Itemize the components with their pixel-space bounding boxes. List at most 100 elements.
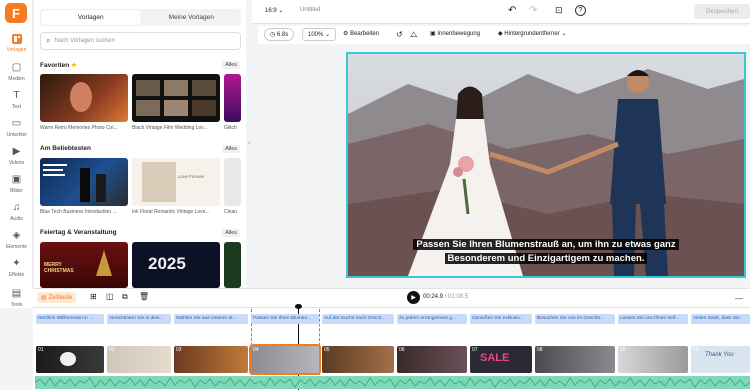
couple-photo: [142, 162, 176, 202]
left-rail: F Vorlagen ▢ Medien T Text ▭ Untertitel …: [0, 0, 33, 288]
caption-chip[interactable]: Auf der Suche nach Gesch...: [322, 314, 394, 324]
text-line: [43, 169, 63, 171]
duplicate-icon[interactable]: ⧉: [122, 292, 128, 302]
caption-chip[interactable]: Vielen Dank, dass Sie: [691, 314, 750, 324]
search-input[interactable]: ⌕ Nach Vorlagen suchen: [40, 32, 241, 50]
section-title: Favoriten ★: [40, 62, 77, 69]
caption-chip[interactable]: Lassen Sie uns Ihnen helf...: [618, 314, 688, 324]
rail-label: Videos: [8, 160, 25, 166]
timeline-icon: ▤: [41, 295, 47, 301]
rail-item-tools[interactable]: ▤ Tools: [0, 288, 33, 308]
aspect-ratio-select[interactable]: 16:9 ⌄: [265, 7, 283, 15]
tree-icon: [96, 250, 112, 276]
film-frame: [192, 100, 216, 116]
motion-button[interactable]: ▣ Innenbewegung: [430, 30, 480, 38]
timeline: ▤ Zeitleiste ⊞ ◫ ⧉ 🗑 ▶ 00:24.9 / 01:08.5…: [33, 288, 750, 390]
help-icon[interactable]: ?: [575, 5, 586, 16]
edit-button[interactable]: ⚙ Bearbeiten: [343, 30, 379, 38]
template-thumb[interactable]: Love Forever: [132, 158, 220, 206]
template-thumb[interactable]: [132, 74, 220, 122]
rotate-icon[interactable]: ↺: [396, 30, 403, 39]
see-all-button[interactable]: Alles: [222, 145, 240, 153]
subtitle-line-1: Passen Sie Ihren Blumenstrauß an, um ihn…: [348, 238, 744, 252]
see-all-button[interactable]: Alles: [222, 229, 240, 237]
rail-item-elements[interactable]: ◈ Elemente: [0, 230, 33, 250]
see-all-button[interactable]: Alles: [222, 61, 240, 69]
caption-chip[interactable]: Passen Sie Ihren Blumen...: [251, 314, 319, 324]
bottle-image: [80, 168, 90, 202]
clip-number: 01: [38, 347, 44, 353]
video-clip[interactable]: 01: [36, 346, 104, 373]
template-thumb[interactable]: 2025: [132, 242, 220, 288]
time-ruler: [33, 307, 750, 308]
video-clip[interactable]: 05: [322, 346, 394, 373]
top-bar: 16:9 ⌄ Untitled ↶ ↷ ⊡ ? Gespeichert: [252, 0, 750, 24]
tools-icon: ▤: [11, 288, 22, 299]
template-thumb[interactable]: [40, 158, 128, 206]
zoom-slider[interactable]: —: [735, 294, 743, 303]
video-clip[interactable]: 07 SALE: [470, 346, 532, 373]
rail-item-subtitles[interactable]: ▭ Untertitel: [0, 118, 33, 138]
zoom-select[interactable]: 100% ⌄: [302, 28, 337, 41]
undo-icon[interactable]: ↶: [508, 5, 516, 16]
delete-icon[interactable]: 🗑: [139, 292, 149, 301]
redo-icon[interactable]: ↷: [529, 5, 537, 16]
search-icon: ⌕: [46, 36, 51, 45]
tab-my-templates[interactable]: Meine Vorlagen: [142, 9, 242, 26]
text-line: [43, 164, 67, 166]
rail-item-text[interactable]: T Text: [0, 90, 33, 110]
tab-templates[interactable]: Vorlagen: [41, 10, 141, 25]
search-placeholder: Nach Vorlagen suchen: [54, 38, 115, 44]
caption-chip[interactable]: Besuchen Sie uns im Geschä...: [535, 314, 615, 324]
media-icon: ▢: [11, 62, 22, 73]
flip-icon[interactable]: ⧍: [410, 30, 417, 40]
template-caption: Warm Retro Memories Photo Col...: [40, 125, 118, 131]
rail-label: Untertitel: [6, 132, 27, 138]
video-clip[interactable]: 06: [397, 346, 467, 373]
film-frame: [136, 100, 160, 116]
edit-toolbar: ◷ 6.8s 100% ⌄ ⚙ Bearbeiten ↺ ⧍ ▣ Innenbe…: [258, 26, 750, 44]
timeline-toggle[interactable]: ▤ Zeitleiste: [37, 292, 77, 303]
time-display: 00:24.9 / 01:08.5: [423, 294, 469, 300]
template-thumb[interactable]: [224, 242, 241, 288]
background-remover-button[interactable]: ◆ Hintergrundentferner ⌄: [498, 30, 567, 38]
video-clip[interactable]: 09: [618, 346, 688, 373]
text-line: [43, 174, 65, 176]
caption-chip[interactable]: Herzlich Willkommen in ...: [36, 314, 104, 324]
video-clip[interactable]: 08: [535, 346, 615, 373]
caption-chip[interactable]: Zu jedem Arrangement g...: [397, 314, 467, 324]
template-thumb[interactable]: MERRY CHRISTMAS: [40, 242, 128, 288]
video-clip-selected[interactable]: 04: [249, 344, 321, 375]
play-button[interactable]: ▶: [407, 291, 420, 304]
video-clip[interactable]: 10 Thank You: [691, 346, 750, 373]
template-thumb[interactable]: [224, 158, 241, 206]
video-preview[interactable]: Passen Sie Ihren Blumenstrauß an, um ihn…: [346, 52, 746, 278]
duration-button[interactable]: ◷ 6.8s: [264, 28, 295, 41]
project-title[interactable]: Untitled: [300, 7, 320, 13]
rail-label: Vorlagen: [6, 47, 27, 53]
playhead-handle[interactable]: [295, 304, 302, 309]
clip-number: 02: [109, 347, 115, 353]
video-clip[interactable]: 03: [174, 346, 248, 373]
collapse-panel-icon[interactable]: ‹: [248, 138, 251, 147]
rail-item-media[interactable]: ▢ Medien: [0, 62, 33, 82]
caption-chip[interactable]: Genießen Sie exklusiv...: [470, 314, 532, 324]
chevron-down-icon: ⌄: [561, 31, 567, 37]
audio-waveform[interactable]: [34, 376, 750, 389]
panel-tabs: Vorlagen Meine Vorlagen: [40, 9, 241, 26]
section-title: Feiertag & Veranstaltung: [40, 229, 117, 236]
saved-button[interactable]: Gespeichert: [694, 4, 750, 19]
rail-item-images[interactable]: ▣ Bilder: [0, 174, 33, 194]
split-icon[interactable]: ⊞: [90, 292, 97, 301]
video-clip[interactable]: 02: [107, 346, 171, 373]
template-thumb[interactable]: [40, 74, 128, 122]
crop-icon[interactable]: ◫: [106, 292, 114, 301]
rail-item-videos[interactable]: ▶ Videos: [0, 146, 33, 166]
caption-chip[interactable]: Verschönern Sie in dies...: [107, 314, 171, 324]
rail-item-audio[interactable]: ♫ Audio: [0, 202, 33, 222]
caption-chip[interactable]: Wählen Sie aus unserer at...: [174, 314, 248, 324]
template-thumb[interactable]: [224, 74, 241, 122]
screenshot-icon[interactable]: ⊡: [555, 5, 563, 16]
rail-item-effects[interactable]: ✦ Effekte: [0, 258, 33, 278]
rail-item-templates[interactable]: Vorlagen: [0, 33, 33, 53]
